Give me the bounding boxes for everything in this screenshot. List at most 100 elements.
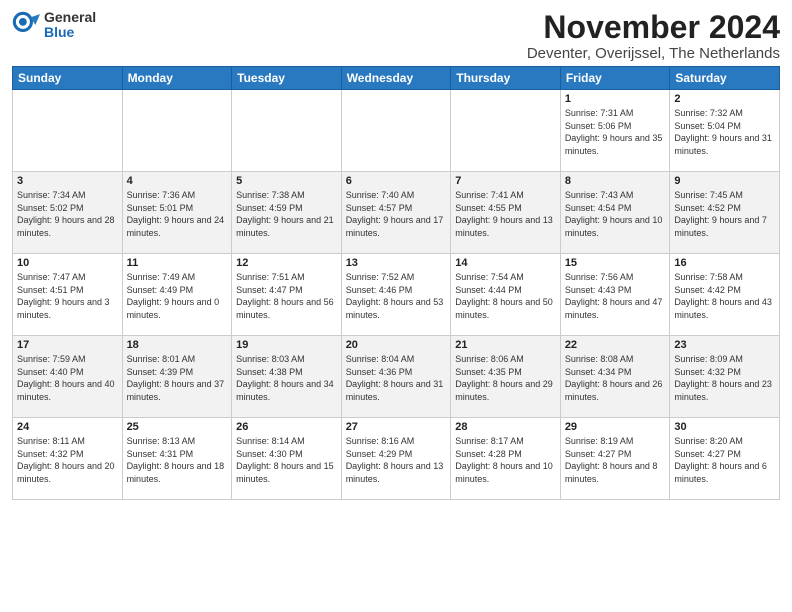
day-number: 14 [455, 257, 556, 269]
day-info: Sunrise: 7:41 AM Sunset: 4:55 PM Dayligh… [455, 189, 556, 239]
calendar-cell: 27 Sunrise: 8:16 AM Sunset: 4:29 PM Dayli… [341, 418, 451, 500]
day-number: 20 [346, 339, 447, 351]
header-day-friday: Friday [560, 67, 670, 90]
calendar-cell [341, 90, 451, 172]
day-number: 15 [565, 257, 666, 269]
calendar-cell: 11Sunrise: 7:49 AM Sunset: 4:49 PM Dayli… [122, 254, 232, 336]
day-info: Sunrise: 7:47 AM Sunset: 4:51 PM Dayligh… [17, 271, 118, 321]
calendar-cell: 19 Sunrise: 8:03 AM Sunset: 4:38 PM Dayli… [232, 336, 342, 418]
header-day-wednesday: Wednesday [341, 67, 451, 90]
calendar-cell [122, 90, 232, 172]
calendar-cell: 22Sunrise: 8:08 AM Sunset: 4:34 PM Dayli… [560, 336, 670, 418]
day-info: Sunrise: 8:16 AM Sunset: 4:29 PM Dayligh… [346, 435, 447, 485]
logo-text: General Blue [44, 10, 96, 41]
day-info: Sunrise: 8:09 AM Sunset: 4:32 PM Dayligh… [674, 353, 775, 403]
day-number: 25 [127, 421, 228, 433]
day-info: Sunrise: 7:52 AM Sunset: 4:46 PM Dayligh… [346, 271, 447, 321]
day-number: 3 [17, 175, 118, 187]
day-number: 29 [565, 421, 666, 433]
header-day-tuesday: Tuesday [232, 67, 342, 90]
day-info: Sunrise: 7:34 AM Sunset: 5:02 PM Dayligh… [17, 189, 118, 239]
day-info: Sunrise: 8:19 AM Sunset: 4:27 PM Dayligh… [565, 435, 666, 485]
calendar-cell: 29 Sunrise: 8:19 AM Sunset: 4:27 PM Dayli… [560, 418, 670, 500]
day-number: 19 [236, 339, 337, 351]
day-info: Sunrise: 7:36 AM Sunset: 5:01 PM Dayligh… [127, 189, 228, 239]
calendar-cell: 23 Sunrise: 8:09 AM Sunset: 4:32 PM Dayli… [670, 336, 780, 418]
calendar-week-1: 1 Sunrise: 7:31 AM Sunset: 5:06 PM Daylig… [13, 90, 780, 172]
title-block: November 2024 Deventer, Overijssel, The … [527, 10, 780, 62]
calendar-table: SundayMondayTuesdayWednesdayThursdayFrid… [12, 66, 780, 500]
header-day-monday: Monday [122, 67, 232, 90]
logo-blue-text: Blue [44, 25, 96, 40]
calendar-cell: 5 Sunrise: 7:38 AM Sunset: 4:59 PM Daylig… [232, 172, 342, 254]
day-info: Sunrise: 7:32 AM Sunset: 5:04 PM Dayligh… [674, 107, 775, 157]
calendar-cell [232, 90, 342, 172]
calendar-cell: 9 Sunrise: 7:45 AM Sunset: 4:52 PM Daylig… [670, 172, 780, 254]
calendar-cell: 14 Sunrise: 7:54 AM Sunset: 4:44 PM Dayli… [451, 254, 561, 336]
day-info: Sunrise: 7:54 AM Sunset: 4:44 PM Dayligh… [455, 271, 556, 321]
day-number: 2 [674, 93, 775, 105]
day-info: Sunrise: 7:43 AM Sunset: 4:54 PM Dayligh… [565, 189, 666, 239]
calendar-cell: 30 Sunrise: 8:20 AM Sunset: 4:27 PM Dayli… [670, 418, 780, 500]
day-number: 1 [565, 93, 666, 105]
calendar-week-2: 3 Sunrise: 7:34 AM Sunset: 5:02 PM Daylig… [13, 172, 780, 254]
calendar-cell: 13Sunrise: 7:52 AM Sunset: 4:46 PM Dayli… [341, 254, 451, 336]
day-number: 21 [455, 339, 556, 351]
calendar-week-3: 10 Sunrise: 7:47 AM Sunset: 4:51 PM Dayli… [13, 254, 780, 336]
calendar-week-4: 17Sunrise: 7:59 AM Sunset: 4:40 PM Dayli… [13, 336, 780, 418]
day-number: 26 [236, 421, 337, 433]
day-info: Sunrise: 8:20 AM Sunset: 4:27 PM Dayligh… [674, 435, 775, 485]
calendar-cell: 17Sunrise: 7:59 AM Sunset: 4:40 PM Dayli… [13, 336, 123, 418]
calendar-week-5: 24Sunrise: 8:11 AM Sunset: 4:32 PM Dayli… [13, 418, 780, 500]
day-info: Sunrise: 7:31 AM Sunset: 5:06 PM Dayligh… [565, 107, 666, 157]
calendar-body: 1 Sunrise: 7:31 AM Sunset: 5:06 PM Daylig… [13, 90, 780, 500]
day-number: 27 [346, 421, 447, 433]
calendar-cell: 7 Sunrise: 7:41 AM Sunset: 4:55 PM Daylig… [451, 172, 561, 254]
logo-general-text: General [44, 10, 96, 25]
page-container: General Blue November 2024 Deventer, Ove… [0, 0, 792, 506]
day-info: Sunrise: 7:56 AM Sunset: 4:43 PM Dayligh… [565, 271, 666, 321]
day-number: 18 [127, 339, 228, 351]
day-number: 30 [674, 421, 775, 433]
month-title: November 2024 [527, 10, 780, 45]
day-info: Sunrise: 8:11 AM Sunset: 4:32 PM Dayligh… [17, 435, 118, 485]
calendar-cell: 26 Sunrise: 8:14 AM Sunset: 4:30 PM Dayli… [232, 418, 342, 500]
header-row-days: SundayMondayTuesdayWednesdayThursdayFrid… [13, 67, 780, 90]
day-info: Sunrise: 8:13 AM Sunset: 4:31 PM Dayligh… [127, 435, 228, 485]
day-info: Sunrise: 8:04 AM Sunset: 4:36 PM Dayligh… [346, 353, 447, 403]
calendar-cell: 6Sunrise: 7:40 AM Sunset: 4:57 PM Daylig… [341, 172, 451, 254]
day-number: 5 [236, 175, 337, 187]
day-number: 23 [674, 339, 775, 351]
calendar-cell: 16Sunrise: 7:58 AM Sunset: 4:42 PM Dayli… [670, 254, 780, 336]
calendar-cell: 25 Sunrise: 8:13 AM Sunset: 4:31 PM Dayli… [122, 418, 232, 500]
calendar-cell: 18Sunrise: 8:01 AM Sunset: 4:39 PM Dayli… [122, 336, 232, 418]
logo-icon [12, 11, 40, 39]
day-number: 8 [565, 175, 666, 187]
location: Deventer, Overijssel, The Netherlands [527, 45, 780, 62]
header-day-sunday: Sunday [13, 67, 123, 90]
calendar-cell: 10 Sunrise: 7:47 AM Sunset: 4:51 PM Dayli… [13, 254, 123, 336]
day-number: 28 [455, 421, 556, 433]
day-number: 7 [455, 175, 556, 187]
day-number: 10 [17, 257, 118, 269]
day-info: Sunrise: 8:06 AM Sunset: 4:35 PM Dayligh… [455, 353, 556, 403]
header-day-thursday: Thursday [451, 67, 561, 90]
calendar-cell [13, 90, 123, 172]
calendar-cell: 21 Sunrise: 8:06 AM Sunset: 4:35 PM Dayli… [451, 336, 561, 418]
calendar-cell: 20 Sunrise: 8:04 AM Sunset: 4:36 PM Dayli… [341, 336, 451, 418]
day-number: 6 [346, 175, 447, 187]
calendar-cell: 4 Sunrise: 7:36 AM Sunset: 5:01 PM Daylig… [122, 172, 232, 254]
day-info: Sunrise: 7:38 AM Sunset: 4:59 PM Dayligh… [236, 189, 337, 239]
calendar-cell [451, 90, 561, 172]
day-info: Sunrise: 7:45 AM Sunset: 4:52 PM Dayligh… [674, 189, 775, 239]
day-number: 11 [127, 257, 228, 269]
day-info: Sunrise: 8:03 AM Sunset: 4:38 PM Dayligh… [236, 353, 337, 403]
day-info: Sunrise: 7:58 AM Sunset: 4:42 PM Dayligh… [674, 271, 775, 321]
day-info: Sunrise: 8:14 AM Sunset: 4:30 PM Dayligh… [236, 435, 337, 485]
day-number: 4 [127, 175, 228, 187]
day-info: Sunrise: 8:17 AM Sunset: 4:28 PM Dayligh… [455, 435, 556, 485]
calendar-cell: 3 Sunrise: 7:34 AM Sunset: 5:02 PM Daylig… [13, 172, 123, 254]
day-number: 9 [674, 175, 775, 187]
day-number: 12 [236, 257, 337, 269]
calendar-cell: 28 Sunrise: 8:17 AM Sunset: 4:28 PM Dayli… [451, 418, 561, 500]
